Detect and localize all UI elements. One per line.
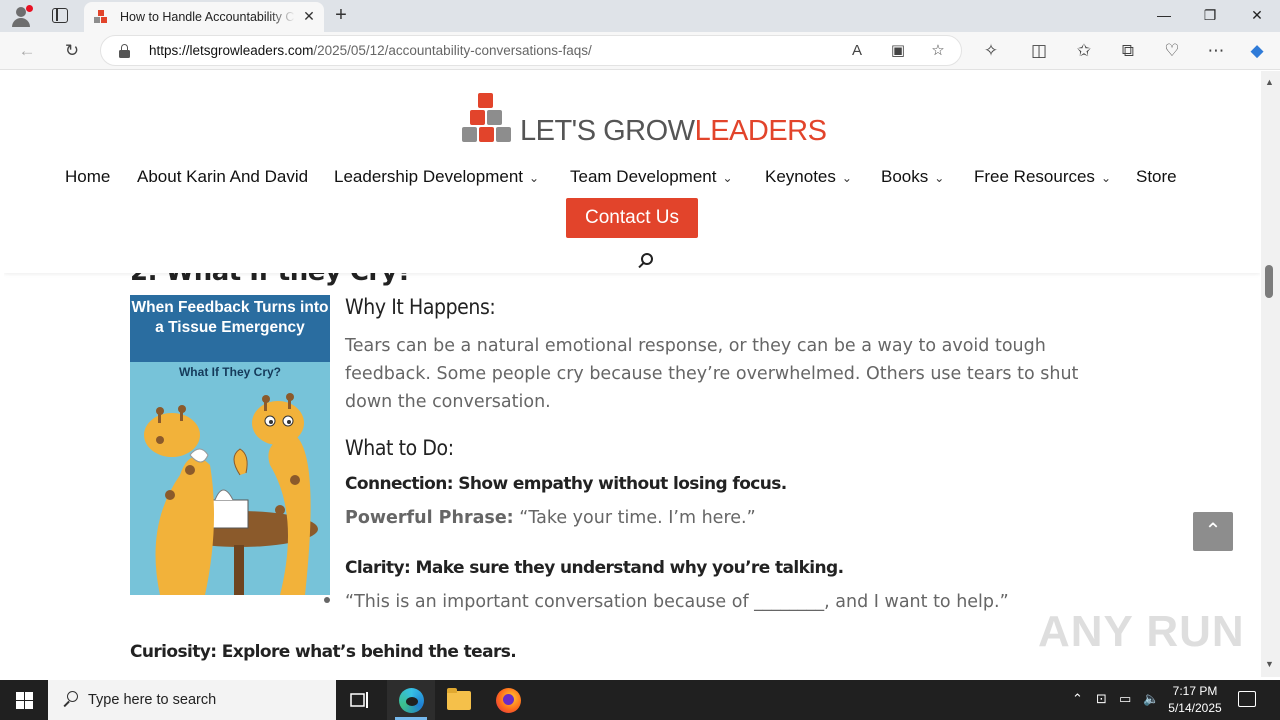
usb-device-icon[interactable]: ⊡	[1096, 691, 1107, 707]
search-icon	[62, 690, 80, 708]
why-paragraph: Tears can be a natural emotional respons…	[345, 336, 1079, 412]
firefox-icon[interactable]	[484, 680, 532, 720]
logo-text-lets-grow: LET'S GROW	[520, 115, 695, 147]
clock-time: 7:17 PM	[1172, 684, 1218, 698]
windows-start-icon[interactable]	[16, 692, 33, 709]
chevron-down-icon: ⌄	[934, 171, 945, 185]
lock-icon[interactable]	[119, 44, 130, 58]
volume-icon[interactable]: 🔈	[1143, 691, 1159, 707]
notification-center-icon[interactable]	[1238, 691, 1256, 707]
tab-title: How to Handle Accountability Conversatio…	[120, 10, 295, 24]
what-heading: What to Do:	[345, 436, 454, 460]
main-navigation: Home About Karin And David Leadership De…	[4, 167, 1260, 193]
immersive-reader-icon[interactable]: ▣	[888, 41, 908, 61]
article-illustration: When Feedback Turns into a Tissue Emerge…	[130, 295, 330, 595]
split-screen-icon[interactable]: ◫	[1028, 40, 1050, 62]
windows-taskbar: Type here to search ⌃ ⊡ ▭ 🔈 7:17 PM 5/14…	[0, 680, 1280, 720]
why-heading: Why It Happens:	[345, 295, 496, 319]
extensions-icon[interactable]: ✧	[980, 40, 1002, 62]
chevron-down-icon: ⌄	[529, 171, 540, 185]
copilot-icon[interactable]: ◆	[1246, 40, 1268, 62]
connection-line: Connection: Show empathy without losing …	[345, 474, 787, 494]
site-logo[interactable]: LET'S GROWLEADERS	[462, 93, 827, 149]
network-icon[interactable]: ▭	[1119, 691, 1131, 707]
nav-leadership-development[interactable]: Leadership Development ⌄	[334, 167, 539, 187]
site-header: LET'S GROWLEADERS Home About Karin And D…	[4, 71, 1260, 273]
new-tab-button[interactable]: +	[331, 4, 351, 26]
bullet-dot	[324, 597, 330, 603]
chevron-down-icon: ⌄	[722, 171, 733, 185]
address-url[interactable]: https://letsgrowleaders.com/2025/05/12/a…	[149, 43, 592, 58]
logo-blocks-icon	[462, 93, 511, 147]
scroll-down-arrow-icon[interactable]: ▼	[1265, 659, 1274, 669]
web-page: 2. What If they Cry? When Feedback Turns…	[4, 71, 1260, 677]
nav-free-resources[interactable]: Free Resources ⌄	[974, 167, 1111, 187]
curiosity-line: Curiosity: Explore what’s behind the tea…	[130, 642, 517, 662]
site-favicon-icon	[94, 10, 108, 24]
search-icon[interactable]	[637, 252, 655, 270]
browser-essentials-icon[interactable]: ♡	[1161, 40, 1183, 62]
favorites-icon[interactable]: ✩	[1073, 40, 1095, 62]
nav-keynotes[interactable]: Keynotes ⌄	[765, 167, 852, 187]
clarity-bullet-text: “This is an important conversation becau…	[345, 592, 1009, 612]
nav-home[interactable]: Home	[65, 167, 110, 187]
task-view-icon[interactable]	[336, 680, 384, 720]
collections-icon[interactable]: ⧉	[1117, 40, 1139, 62]
taskbar-search-box[interactable]: Type here to search	[48, 680, 336, 720]
nav-store[interactable]: Store	[1136, 167, 1177, 187]
favorite-star-icon[interactable]: ☆	[928, 41, 948, 61]
minimize-button[interactable]: —	[1152, 4, 1176, 26]
edge-taskbar-icon[interactable]	[387, 680, 435, 720]
chevron-down-icon: ⌄	[841, 171, 852, 185]
address-bar[interactable]: https://letsgrowleaders.com/2025/05/12/a…	[100, 35, 962, 66]
maximize-button[interactable]: ❐	[1198, 4, 1222, 26]
nav-team-development[interactable]: Team Development ⌄	[570, 167, 733, 187]
tab-strip: How to Handle Accountability Conversatio…	[0, 0, 1280, 32]
file-explorer-icon[interactable]	[435, 680, 483, 720]
page-scrollbar[interactable]: ▲ ▼	[1261, 71, 1280, 677]
taskbar-search-placeholder: Type here to search	[88, 692, 217, 708]
contact-us-button[interactable]: Contact Us	[566, 198, 698, 238]
settings-more-icon[interactable]: ⋯	[1205, 40, 1227, 62]
giraffes-illustration-icon	[144, 393, 318, 595]
nav-about[interactable]: About Karin And David	[137, 167, 308, 187]
clock-date: 5/14/2025	[1168, 701, 1222, 715]
powerful-phrase: Powerful Phrase: “Take your time. I’m he…	[345, 508, 756, 528]
scroll-up-arrow-icon[interactable]: ▲	[1265, 77, 1274, 87]
tab-actions-icon[interactable]	[52, 8, 68, 23]
system-clock[interactable]: 7:17 PM 5/14/2025	[1160, 683, 1230, 717]
close-window-button[interactable]: ✕	[1245, 4, 1269, 26]
browser-tab-active[interactable]: How to Handle Accountability Conversatio…	[84, 2, 324, 32]
show-hidden-icons-chevron-icon[interactable]: ⌃	[1072, 691, 1083, 707]
scrollbar-thumb[interactable]	[1265, 265, 1273, 298]
tab-close-icon[interactable]: ✕	[300, 7, 318, 25]
logo-text-leaders: LEADERS	[694, 115, 827, 147]
back-arrow-icon[interactable]: ←	[16, 40, 38, 62]
scroll-to-top-button[interactable]: ⌃	[1193, 512, 1233, 551]
reload-icon[interactable]: ↻	[61, 40, 83, 62]
chevron-down-icon: ⌄	[1100, 171, 1111, 185]
clarity-line: Clarity: Make sure they understand why y…	[345, 558, 844, 578]
read-aloud-icon[interactable]: A	[847, 41, 867, 61]
browser-toolbar: ← ↻ https://letsgrowleaders.com/2025/05/…	[0, 32, 1280, 70]
profile-icon[interactable]	[10, 5, 33, 27]
anyrun-watermark: ANY RUN	[1038, 607, 1245, 656]
nav-books[interactable]: Books ⌄	[881, 167, 944, 187]
